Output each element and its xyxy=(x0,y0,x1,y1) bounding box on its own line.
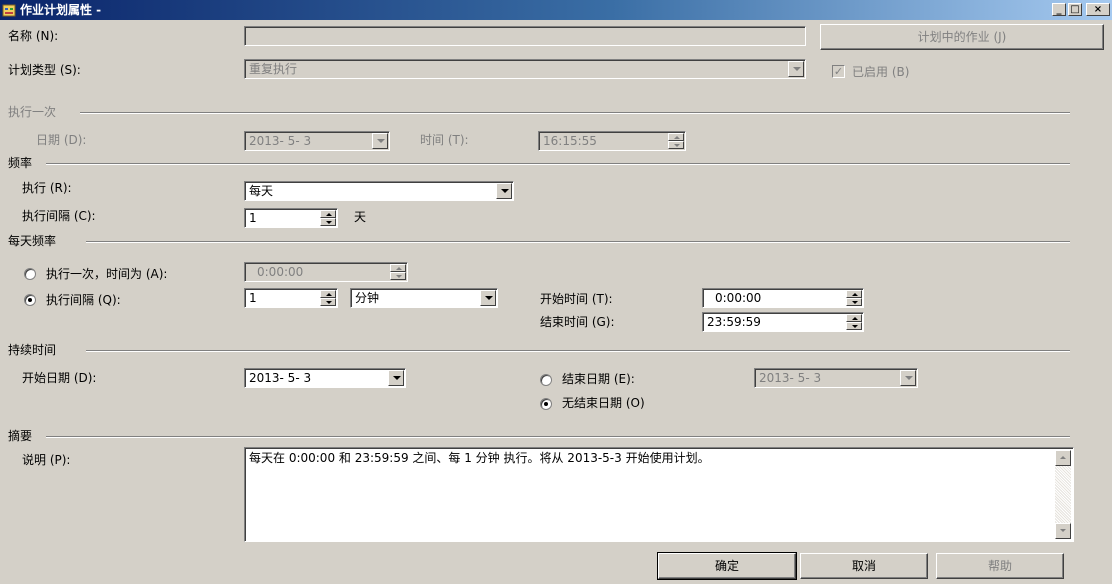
start-time-spinner[interactable]: 0:00:00 xyxy=(702,288,864,308)
one-time-date-label: 日期 (D): xyxy=(36,133,87,147)
occurs-once-time-value: 0:00:00 xyxy=(257,265,304,279)
duration-group-title: 持续时间 xyxy=(8,343,57,357)
occurs-every-radio[interactable] xyxy=(24,294,36,306)
close-button[interactable]: × xyxy=(1086,3,1110,16)
no-end-date-label: 无结束日期 (O) xyxy=(562,396,645,410)
spinner-arrows-icon[interactable] xyxy=(390,264,406,280)
occurs-every-spinner[interactable]: 1 xyxy=(244,288,338,308)
enabled-label: 已启用 (B) xyxy=(852,65,910,79)
maximize-button[interactable]: □ xyxy=(1068,3,1082,16)
description-textarea[interactable]: 每天在 0:00:00 和 23:59:59 之间、每 1 分钟 执行。将从 2… xyxy=(244,447,1074,542)
spinner-arrows-icon[interactable] xyxy=(320,290,336,306)
end-time-spinner[interactable]: 23:59:59 xyxy=(702,312,864,332)
recurs-unit-label: 天 xyxy=(354,210,367,224)
end-date-label: 结束日期 (E): xyxy=(562,372,635,386)
daily-frequency-group-title: 每天频率 xyxy=(8,234,57,248)
scroll-up-icon[interactable] xyxy=(1055,450,1071,466)
one-time-time-value: 16:15:55 xyxy=(543,134,597,148)
start-date-value: 2013- 5- 3 xyxy=(249,371,312,385)
occurs-once-time-spinner[interactable]: 0:00:00 xyxy=(244,262,408,282)
chevron-down-icon[interactable] xyxy=(496,183,512,199)
name-field[interactable] xyxy=(244,26,806,46)
no-end-date-radio[interactable] xyxy=(540,398,552,410)
group-divider xyxy=(86,350,1070,352)
schedule-type-label: 计划类型 (S): xyxy=(8,63,81,77)
spinner-arrows-icon[interactable] xyxy=(846,290,862,306)
occurs-every-unit-value: 分钟 xyxy=(355,291,380,305)
group-divider xyxy=(46,163,1070,165)
occurs-select[interactable]: 每天 xyxy=(244,181,514,201)
chevron-down-icon[interactable] xyxy=(372,133,388,149)
end-date-value: 2013- 5- 3 xyxy=(759,371,822,385)
one-time-group-title: 执行一次 xyxy=(8,105,57,119)
group-divider xyxy=(46,436,1070,438)
spinner-arrows-icon[interactable] xyxy=(320,210,336,226)
description-scrollbar[interactable] xyxy=(1055,450,1071,539)
ok-button[interactable]: 确定 xyxy=(657,552,797,580)
one-time-date-picker[interactable]: 2013- 5- 3 xyxy=(244,131,390,151)
start-date-label: 开始日期 (D): xyxy=(22,371,97,385)
one-time-date-value: 2013- 5- 3 xyxy=(249,134,312,148)
description-label: 说明 (P): xyxy=(22,453,71,467)
group-divider xyxy=(80,112,1070,114)
name-label: 名称 (N): xyxy=(8,29,59,43)
cancel-button[interactable]: 取消 xyxy=(800,553,928,579)
recurs-every-label: 执行间隔 (C): xyxy=(22,209,96,223)
occurs-every-value: 1 xyxy=(249,291,257,305)
one-time-time-spinner[interactable]: 16:15:55 xyxy=(538,131,686,151)
chevron-down-icon[interactable] xyxy=(788,61,804,77)
title-bar[interactable]: 作业计划属性 - _ □ × xyxy=(0,0,1112,20)
occurs-every-label: 执行间隔 (Q): xyxy=(46,293,121,307)
chevron-down-icon[interactable] xyxy=(480,290,496,306)
chevron-down-icon[interactable] xyxy=(388,370,404,386)
minimize-button[interactable]: _ xyxy=(1052,3,1066,16)
help-button[interactable]: 帮助 xyxy=(936,553,1064,579)
end-date-picker[interactable]: 2013- 5- 3 xyxy=(754,368,918,388)
scroll-down-icon[interactable] xyxy=(1055,523,1071,539)
occurs-label: 执行 (R): xyxy=(22,181,72,195)
end-time-label: 结束时间 (G): xyxy=(540,315,615,329)
spinner-arrows-icon[interactable] xyxy=(668,133,684,149)
start-time-value: 0:00:00 xyxy=(715,291,762,305)
summary-group-title: 摘要 xyxy=(8,429,33,443)
app-icon xyxy=(2,4,16,17)
occurs-every-unit-select[interactable]: 分钟 xyxy=(350,288,498,308)
frequency-group-title: 频率 xyxy=(8,156,33,170)
occurs-once-label: 执行一次，时间为 (A): xyxy=(46,267,168,281)
occurs-value: 每天 xyxy=(249,184,274,198)
start-date-picker[interactable]: 2013- 5- 3 xyxy=(244,368,406,388)
start-time-label: 开始时间 (T): xyxy=(540,292,613,306)
chevron-down-icon[interactable] xyxy=(900,370,916,386)
spinner-arrows-icon[interactable] xyxy=(846,314,862,330)
schedule-type-value: 重复执行 xyxy=(249,62,298,76)
window-title: 作业计划属性 - xyxy=(20,3,102,17)
enabled-checkbox[interactable]: ✓ xyxy=(832,65,845,78)
end-date-radio[interactable] xyxy=(540,374,552,386)
description-text: 每天在 0:00:00 和 23:59:59 之间、每 1 分钟 执行。将从 2… xyxy=(249,451,710,465)
end-time-value: 23:59:59 xyxy=(707,315,761,329)
recurs-every-value: 1 xyxy=(249,211,257,225)
scheduled-jobs-button[interactable]: 计划中的作业 (J) xyxy=(820,24,1104,50)
occurs-once-radio[interactable] xyxy=(24,268,36,280)
one-time-time-label: 时间 (T): xyxy=(420,133,469,147)
schedule-type-select[interactable]: 重复执行 xyxy=(244,59,806,79)
group-divider xyxy=(86,241,1070,243)
recurs-every-spinner[interactable]: 1 xyxy=(244,208,338,228)
